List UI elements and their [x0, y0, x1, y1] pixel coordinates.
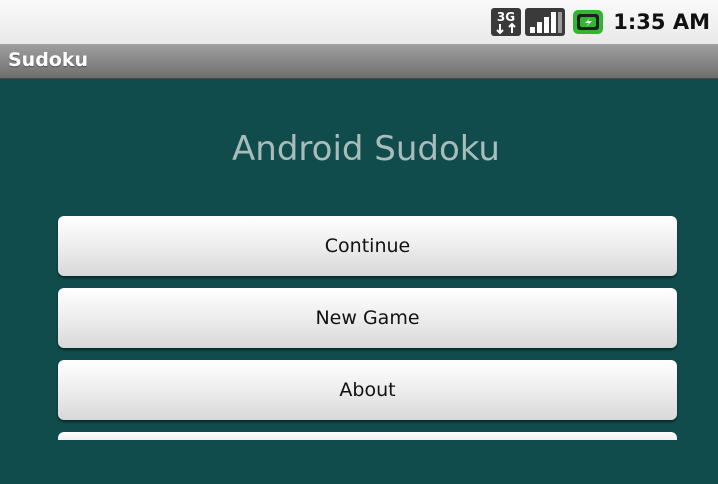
- signal-strength-icon: [525, 8, 566, 36]
- about-button[interactable]: About: [58, 360, 677, 420]
- partially-visible-button[interactable]: [58, 432, 677, 440]
- app-screen: 3G 1:35 AM Sudoku Android Sudoku Continu…: [0, 0, 718, 484]
- status-clock: 1:35 AM: [613, 10, 710, 34]
- network-type-label: 3G: [497, 10, 515, 24]
- continue-button[interactable]: Continue: [58, 216, 677, 276]
- battery-charging-icon: [573, 10, 604, 34]
- page-heading: Android Sudoku: [232, 129, 500, 169]
- status-icons: 3G 1:35 AM: [491, 6, 710, 38]
- app-title: Sudoku: [8, 49, 89, 71]
- new-game-button[interactable]: New Game: [58, 288, 677, 348]
- main-content: Android Sudoku Continue New Game About: [0, 79, 718, 484]
- status-bar: 3G 1:35 AM: [0, 0, 718, 44]
- 3g-data-icon: 3G: [491, 8, 522, 36]
- title-bar: Sudoku: [0, 44, 718, 79]
